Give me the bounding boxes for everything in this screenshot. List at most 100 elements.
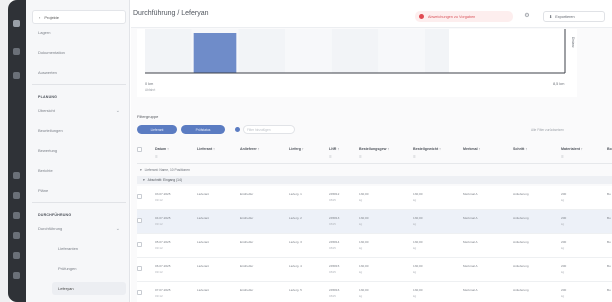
rail-nav-icon[interactable]: [13, 20, 20, 27]
sidebar-item-label: Durchführung: [38, 226, 63, 231]
export-label: Exportieren: [555, 14, 575, 19]
column-header[interactable]: LNR ↑: [329, 147, 339, 151]
deviation-alert-button[interactable]: Abweichungen zu Vorgaben: [415, 11, 513, 22]
column-header[interactable]: Datum ↑: [155, 147, 169, 151]
sidebar-item[interactable]: Pläne: [32, 184, 126, 197]
back-to-projects-button[interactable]: ‹ Projekte: [32, 10, 126, 24]
alert-label: Abweichungen zu Vorgaben: [428, 14, 476, 19]
rail-nav-icon[interactable]: [13, 48, 20, 55]
table-cell-subline: 09:12: [155, 270, 163, 274]
gear-icon[interactable]: ⚙: [523, 12, 531, 20]
sidebar-item-label: Beurteilungen: [38, 128, 63, 133]
row-checkbox[interactable]: [137, 290, 142, 295]
row-checkbox[interactable]: [137, 242, 142, 247]
bar-chart: [145, 29, 566, 74]
rail-nav-icon[interactable]: [13, 252, 20, 259]
rail-nav-icon[interactable]: [13, 192, 20, 199]
sidebar-item[interactable]: Beurteilungen: [32, 124, 126, 137]
table-row[interactable]: 06.07.2025 09:12 Lieferant Ersthelfer Liefer…: [137, 258, 612, 282]
add-filter-dot-icon[interactable]: [235, 127, 240, 132]
table-cell-subline: 0815: [329, 222, 336, 226]
subgroup-row[interactable]: ▾ Abschnitt: Eingang (14): [137, 176, 612, 184]
column-filter-icon[interactable]: ☰: [155, 155, 158, 159]
table-cell: 06.07.2025: [155, 264, 171, 268]
table-cell: 245812: [329, 192, 340, 196]
table-cell: Bo: [607, 288, 611, 292]
table-cell: Merkmal A: [463, 216, 478, 220]
x-start-sublabel: Abfahrt: [145, 88, 156, 92]
reset-filters-link[interactable]: Alle Filter zurücksetzen: [531, 128, 564, 132]
sidebar-item-label: Auswerten: [38, 70, 57, 75]
rail-nav-icon[interactable]: [13, 232, 20, 239]
download-icon: ⬇: [549, 15, 553, 19]
chart-bar[interactable]: [193, 33, 237, 73]
table-cell: Lieferant: [197, 240, 210, 244]
column-filter-icon[interactable]: ☰: [413, 155, 416, 159]
column-header[interactable]: Bo: [607, 147, 612, 151]
column-header[interactable]: Merkmal ↑: [463, 147, 480, 151]
table-cell: 07.07.2025: [155, 288, 171, 292]
table-cell: 130,00: [359, 216, 369, 220]
rail-nav-icon[interactable]: [13, 72, 20, 79]
table-cell-subline: 09:12: [155, 222, 163, 226]
filter-chip-supplier[interactable]: Lieferant: [137, 125, 177, 134]
group-row[interactable]: ▾ Lieferant: Name, 10 Positionen: [137, 166, 612, 174]
column-header[interactable]: Anlieferer ↑: [240, 147, 260, 151]
column-header[interactable]: Materialent ↑: [561, 147, 583, 151]
row-checkbox[interactable]: [137, 266, 142, 271]
chart-column-bg: [145, 29, 192, 73]
add-filter-input[interactable]: Filter hinzufügen: [243, 125, 295, 134]
table-cell: Merkmal A: [463, 240, 478, 244]
chevron-down-icon: ⌄: [115, 225, 120, 232]
expand-icon: ▾: [143, 178, 145, 182]
sidebar-item[interactable]: Auswerten: [32, 66, 126, 79]
column-header[interactable]: Bestellungsgew ↑: [359, 147, 389, 151]
row-checkbox[interactable]: [137, 218, 142, 223]
sidebar-item[interactable]: Durchführung ⌄: [32, 222, 126, 235]
column-header[interactable]: Lieferant ↑: [197, 147, 215, 151]
row-checkbox[interactable]: [137, 194, 142, 199]
table-row[interactable]: 04.07.2025 09:12 Lieferant Ersthelfer Liefer…: [137, 210, 612, 234]
chart-empty-region: [449, 29, 565, 73]
column-header[interactable]: Schritt ↑: [513, 147, 527, 151]
rail-nav-icon[interactable]: [13, 172, 20, 179]
sidebar-item[interactable]: Leferyan: [52, 282, 126, 295]
table-cell: Bo: [607, 216, 611, 220]
table-cell: Lieferant: [197, 216, 210, 220]
table-cell: Anlieferung: [513, 264, 529, 268]
column-header[interactable]: Bestellgewicht ↑: [413, 147, 441, 151]
chart-column-bg: [285, 29, 332, 73]
table-cell: Lieferant: [197, 192, 210, 196]
table-cell: 200: [561, 288, 567, 292]
filter-group-title: Filtergruppe: [137, 114, 159, 119]
table-cell: Lieferg. 1: [289, 192, 302, 196]
table-cell: Lieferant: [197, 288, 210, 292]
export-button[interactable]: ⬇ Exportieren: [543, 11, 605, 22]
table-cell: Ersthelfer: [240, 216, 254, 220]
sidebar-item[interactable]: Übersicht ⌄: [32, 104, 126, 117]
column-filter-icon[interactable]: ☰: [359, 155, 362, 159]
sidebar-item[interactable]: Dokumentation: [32, 46, 126, 59]
select-all-checkbox[interactable]: [137, 147, 142, 152]
filter-chip-status[interactable]: Prüfstatus: [181, 125, 225, 134]
table-cell: Anlieferung: [513, 240, 529, 244]
rail-nav-icon[interactable]: [13, 272, 20, 279]
rail-nav-icon[interactable]: [13, 212, 20, 219]
main-content: Durchführung / Leferyan Abweichungen zu …: [131, 0, 612, 302]
table-row[interactable]: 03.07.2025 09:12 Lieferant Ersthelfer Liefer…: [137, 186, 612, 210]
column-filter-icon[interactable]: ☰: [561, 155, 564, 159]
sidebar-item[interactable]: Bewertung: [32, 144, 126, 157]
table-cell: Ersthelfer: [240, 288, 254, 292]
sidebar-item[interactable]: Lieferanten: [52, 242, 126, 255]
sidebar-item[interactable]: Prüfungen: [52, 262, 126, 275]
sidebar-item-label: Übersicht: [38, 108, 55, 113]
column-filter-icon[interactable]: ☰: [329, 155, 332, 159]
column-header[interactable]: Lieferg ↑: [289, 147, 304, 151]
table-row[interactable]: 07.07.2025 09:12 Lieferant Ersthelfer Liefer…: [137, 282, 612, 302]
back-label: Projekte: [44, 14, 60, 20]
table-cell-subline: kg: [413, 198, 417, 202]
sidebar-item[interactable]: Berichte: [32, 164, 126, 177]
table-cell: 130,00: [359, 240, 369, 244]
table-row[interactable]: 05.07.2025 09:12 Lieferant Ersthelfer Liefer…: [137, 234, 612, 258]
sidebar-item[interactable]: Lagern: [32, 26, 126, 39]
